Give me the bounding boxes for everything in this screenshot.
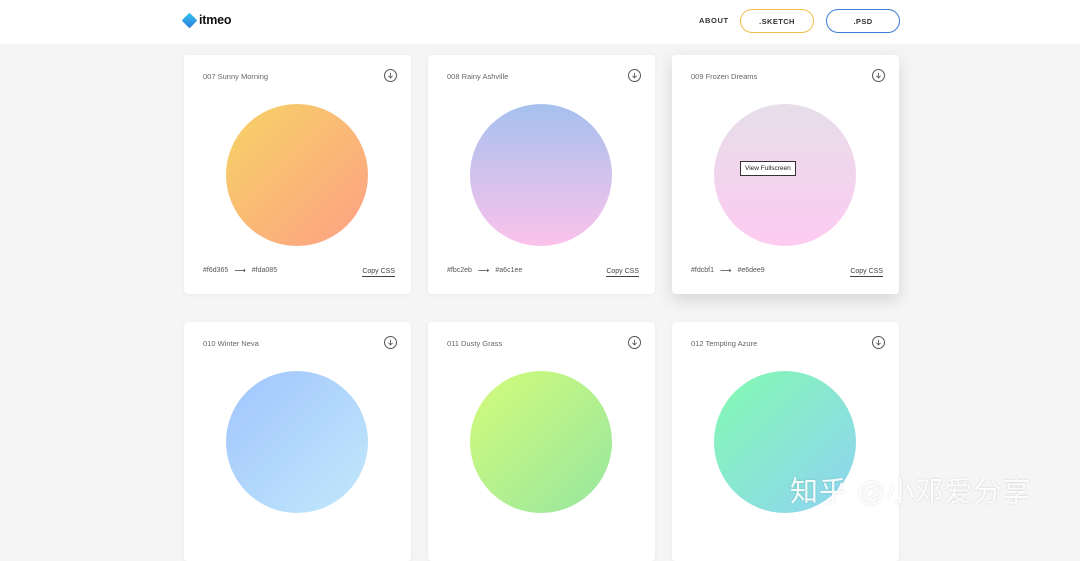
- psd-download-button[interactable]: .PSD: [826, 9, 900, 33]
- top-header: itmeo ABOUT .SKETCH .PSD: [0, 0, 1080, 44]
- gradient-card-winter-neva[interactable]: 010 Winter Neva: [184, 322, 411, 561]
- copy-css-link[interactable]: Copy CSS: [850, 268, 883, 277]
- gradient-preview-circle[interactable]: [470, 371, 612, 513]
- gradient-card-sunny-morning[interactable]: 007 Sunny Morning #f6d365 ⟶ #fda085 Copy…: [184, 55, 411, 294]
- download-icon[interactable]: [872, 69, 885, 82]
- gradient-preview-circle[interactable]: [470, 104, 612, 246]
- download-icon[interactable]: [384, 69, 397, 82]
- card-title: 009 Frozen Dreams: [691, 72, 758, 81]
- gradient-preview-circle[interactable]: [226, 104, 368, 246]
- logo-diamond-icon: [181, 12, 198, 28]
- itmeo-logo[interactable]: itmeo: [181, 12, 232, 28]
- zhihu-watermark: 知乎 @小邓爱分享: [790, 476, 1032, 507]
- gradient-hex-codes: #fbc2eb ⟶ #a6c1ee: [447, 266, 522, 275]
- gradient-preview-circle[interactable]: [226, 371, 368, 513]
- download-icon[interactable]: [628, 336, 641, 349]
- copy-css-link[interactable]: Copy CSS: [362, 268, 395, 277]
- gradient-card-dusty-grass[interactable]: 011 Dusty Grass: [428, 322, 655, 561]
- gradient-card-frozen-dreams[interactable]: 009 Frozen Dreams View Fullscreen #fdcbf…: [672, 55, 899, 294]
- logo-text: itmeo: [199, 13, 232, 27]
- hex-from: #fbc2eb: [447, 267, 472, 274]
- hex-from: #f6d365: [203, 267, 229, 274]
- nav-about-link[interactable]: ABOUT: [699, 16, 729, 25]
- card-title: 010 Winter Neva: [203, 339, 259, 348]
- gradient-card-tempting-azure[interactable]: 012 Tempting Azure: [672, 322, 899, 561]
- download-icon[interactable]: [384, 336, 397, 349]
- hex-to: #e6dee9: [737, 267, 765, 274]
- hex-from: #fdcbf1: [691, 267, 714, 274]
- gradient-hex-codes: #f6d365 ⟶ #fda085: [203, 266, 277, 275]
- gradient-hex-codes: #fdcbf1 ⟶ #e6dee9: [691, 266, 765, 275]
- hex-to: #fda085: [251, 267, 278, 274]
- sketch-download-button[interactable]: .SKETCH: [740, 9, 814, 33]
- arrow-right-icon: ⟶: [477, 266, 490, 275]
- card-title: 011 Dusty Grass: [447, 339, 503, 348]
- card-title: 008 Rainy Ashville: [447, 72, 509, 81]
- download-icon[interactable]: [628, 69, 641, 82]
- card-title: 012 Tempting Azure: [691, 339, 758, 348]
- view-fullscreen-button[interactable]: View Fullscreen: [740, 161, 796, 176]
- gradient-card-rainy-ashville[interactable]: 008 Rainy Ashville #fbc2eb ⟶ #a6c1ee Cop…: [428, 55, 655, 294]
- arrow-right-icon: ⟶: [234, 266, 246, 275]
- download-icon[interactable]: [872, 336, 885, 349]
- arrow-right-icon: ⟶: [719, 266, 732, 275]
- copy-css-link[interactable]: Copy CSS: [606, 268, 639, 277]
- card-title: 007 Sunny Morning: [203, 72, 269, 81]
- hex-to: #a6c1ee: [495, 267, 523, 274]
